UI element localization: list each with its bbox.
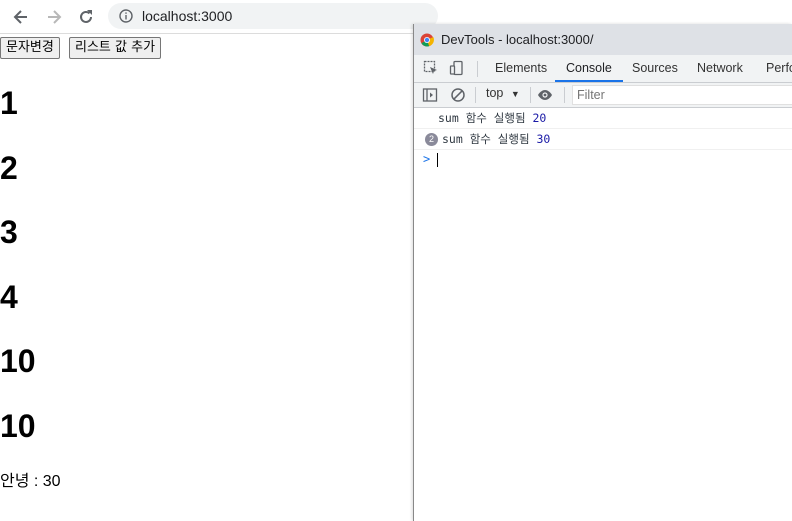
change-text-button[interactable]: 문자변경 — [0, 37, 60, 59]
filter-input[interactable] — [572, 85, 792, 105]
arrow-left-icon[interactable] — [8, 4, 34, 30]
number-heading: 2 — [0, 150, 18, 186]
page-content: 문자변경 리스트 값 추가 1 2 3 4 10 10 안녕 : 30 — [0, 35, 413, 521]
log-text: sum 함수 실행됨 — [442, 132, 530, 146]
number-heading: 1 — [0, 85, 18, 121]
divider — [530, 87, 531, 103]
tab-sources[interactable]: Sources — [632, 55, 678, 82]
number-heading: 3 — [0, 214, 18, 250]
url-text: localhost:3000 — [142, 8, 233, 24]
log-value: 30 — [536, 132, 551, 146]
tab-performance[interactable]: Perfo — [766, 55, 792, 82]
devtools-title: DevTools - localhost:3000/ — [441, 32, 594, 47]
context-value: top — [486, 86, 504, 100]
devtools-tabbar: Elements Console Sources Network Perfo — [414, 55, 792, 83]
repeat-count-badge: 2 — [425, 133, 438, 146]
greeting-text: 안녕 : 30 — [0, 473, 61, 490]
tab-elements[interactable]: Elements — [495, 55, 547, 82]
console-prompt-icon: > — [423, 152, 431, 166]
console-output: sum 함수 실행됨 20 2 sum 함수 실행됨 30 > — [414, 108, 792, 521]
log-message: sum 함수 실행됨 30 — [442, 129, 550, 149]
divider — [477, 61, 478, 77]
address-bar[interactable]: localhost:3000 — [108, 3, 438, 29]
device-toolbar-icon[interactable] — [449, 60, 465, 76]
clear-console-icon[interactable] — [450, 87, 466, 103]
add-list-value-button[interactable]: 리스트 값 추가 — [69, 37, 162, 59]
number-heading: 4 — [0, 279, 18, 315]
devtools-window: DevTools - localhost:3000/ Elements Cons… — [413, 24, 792, 521]
reload-icon[interactable] — [73, 4, 99, 30]
log-value: 20 — [532, 111, 547, 125]
log-text: sum 함수 실행됨 — [438, 111, 526, 125]
show-sidebar-icon[interactable] — [422, 87, 438, 103]
devtools-titlebar: DevTools - localhost:3000/ — [414, 24, 792, 55]
inspect-element-icon[interactable] — [423, 60, 439, 76]
divider — [475, 87, 476, 103]
tab-console[interactable]: Console — [555, 55, 623, 82]
number-heading: 10 — [0, 343, 36, 379]
info-icon[interactable] — [118, 8, 134, 24]
arrow-right-icon[interactable] — [41, 4, 67, 30]
context-selector[interactable]: top ▼ — [486, 86, 520, 100]
triangle-down-icon: ▼ — [510, 89, 520, 99]
log-entry: sum 함수 실행됨 20 — [414, 108, 792, 129]
number-heading: 10 — [0, 408, 36, 444]
tab-network[interactable]: Network — [697, 55, 743, 82]
console-input-caret[interactable] — [437, 153, 438, 167]
eye-icon[interactable] — [537, 87, 553, 103]
divider — [564, 87, 565, 103]
log-entry: 2 sum 함수 실행됨 30 — [414, 129, 792, 150]
log-message: sum 함수 실행됨 20 — [438, 108, 546, 128]
console-toolbar: top ▼ — [414, 83, 792, 108]
chrome-logo-icon — [420, 33, 434, 46]
